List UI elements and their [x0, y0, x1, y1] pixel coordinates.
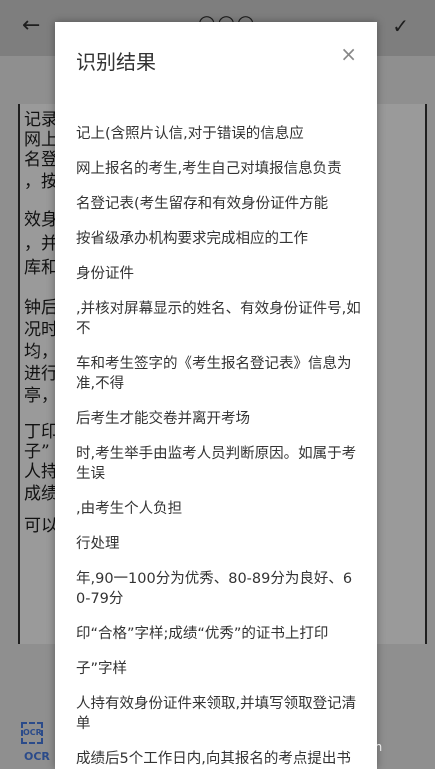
recognized-line: 人持有效身份证件来领取,并填写领取登记清单	[76, 696, 357, 732]
recognized-line: 车和考生签字的《考生报名登记表》信息为准,不得	[76, 356, 352, 392]
document-text-fragment: 网上	[24, 130, 58, 150]
recognized-line: 时,考生举手由监考人员判断原因。如属于考生误	[76, 446, 357, 482]
document-text-fragment: 丁印	[24, 422, 58, 442]
watermark-text: @biyezuopin	[305, 740, 383, 754]
back-arrow-icon[interactable]: ←	[22, 14, 40, 38]
recognized-line: 印“合格”字样;成绩“优秀”的证书上打印	[76, 626, 329, 642]
recognized-line: ,并核对屏幕显示的姓名、有效身份证件号,如不	[76, 301, 361, 337]
recognized-text-list: 记上(含照片认信,对于错误的信息应网上报名的考生,考生自己对填报信息负责 名登记表…	[76, 124, 361, 769]
ocr-label[interactable]: OCR	[24, 750, 50, 763]
dialog-title: 识别结果	[76, 50, 156, 74]
document-text-fragment: 记录	[24, 110, 58, 130]
document-text-fragment: ，按	[24, 172, 58, 192]
document-text-fragment: 可以	[24, 516, 58, 536]
recognized-line: 记上(含照片认信,对于错误的信息应	[76, 126, 304, 142]
recognized-line: 名登记表(考生留存和有效身份证件方能	[76, 196, 329, 212]
document-text-fragment: 钟后	[24, 298, 58, 318]
document-text-fragment: 况时	[24, 320, 58, 340]
document-text-fragment: 名登	[24, 150, 58, 170]
recognized-line: 年,90一100分为优秀、80-89分为良好、60-79分	[76, 571, 353, 607]
document-text-fragment: 效身	[24, 210, 58, 230]
recognized-line: 后考生才能交卷并离开考场	[76, 411, 250, 427]
document-text-fragment: 成绩	[24, 484, 58, 504]
recognized-line: 身份证件	[76, 266, 134, 282]
ocr-scan-icon[interactable]: OCR	[21, 722, 43, 744]
document-text-fragment: 进行	[24, 364, 58, 384]
confirm-check-icon[interactable]: ✓	[392, 14, 409, 38]
document-text-fragment: 均，	[24, 342, 58, 362]
ocr-result-dialog: 识别结果 × 记上(含照片认信,对于错误的信息应网上报名的考生,考生自己对填报信…	[55, 22, 377, 769]
document-text-fragment: 亭，	[24, 386, 58, 406]
recognized-line: ,由考生个人负担	[76, 501, 183, 517]
document-text-fragment: 库和	[24, 258, 58, 278]
recognized-line: 网上报名的考生,考生自己对填报信息负责	[76, 161, 342, 177]
document-text-fragment: 子”	[24, 442, 50, 462]
close-icon[interactable]: ×	[340, 42, 357, 66]
document-text-fragment: 人持	[24, 462, 58, 482]
recognized-line: 按省级承办机构要求完成相应的工作	[76, 231, 308, 247]
recognized-line: 子”字样	[76, 661, 128, 677]
document-text-fragment: ，并	[24, 234, 58, 254]
recognized-line: 行处理	[76, 536, 120, 552]
